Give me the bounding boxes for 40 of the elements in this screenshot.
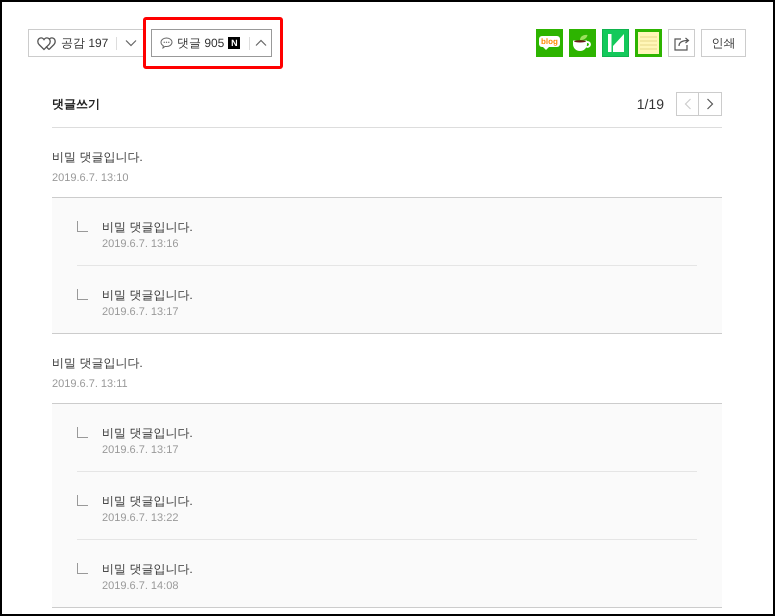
reply-text: 비밀 댓글입니다. (102, 287, 193, 304)
reply-date: 2019.6.7. 13:17 (102, 443, 180, 458)
share-icon (674, 36, 690, 50)
memo-button[interactable] (635, 29, 662, 57)
reply-corner-icon (77, 495, 88, 506)
print-button[interactable]: 인쇄 (701, 29, 746, 57)
reply-date: 2019.6.7. 13:17 (102, 305, 180, 320)
reply-corner-icon (77, 221, 88, 232)
write-comment-link[interactable]: 댓글쓰기 (52, 92, 100, 116)
reply-date: 2019.6.7. 13:22 (102, 511, 180, 526)
reply-date: 2019.6.7. 14:08 (102, 579, 180, 594)
comment-date: 2019.6.7. 13:10 (52, 171, 130, 186)
speech-bubble-icon (160, 37, 173, 49)
chevron-right-icon (706, 98, 714, 110)
reply-corner-icon (77, 563, 88, 574)
reply-text: 비밀 댓글입니다. (102, 425, 193, 442)
chevron-left-icon (684, 98, 692, 110)
share-button[interactable] (668, 29, 695, 57)
comment-text: 비밀 댓글입니다. (52, 149, 144, 166)
chevron-down-icon (124, 39, 137, 47)
k-shape-icon (608, 34, 624, 52)
comment-text: 비밀 댓글입니다. (52, 355, 144, 372)
reply-text: 비밀 댓글입니다. (102, 219, 193, 236)
heart-icon (37, 36, 57, 50)
next-page-button[interactable] (699, 92, 722, 116)
reply-text: 비밀 댓글입니다. (102, 561, 193, 578)
comment-button[interactable]: 댓글 905 N (152, 30, 250, 56)
notepad-icon (638, 32, 659, 54)
cup-icon (572, 34, 593, 52)
keep-button[interactable] (602, 29, 629, 57)
like-button[interactable]: 공감 197 (29, 30, 116, 56)
reply-date: 2019.6.7. 13:16 (102, 237, 180, 252)
chevron-up-icon (254, 39, 267, 47)
reply-corner-icon (77, 427, 88, 438)
cafe-button[interactable] (569, 29, 596, 57)
reply-text: 비밀 댓글입니다. (102, 493, 193, 510)
comment-date: 2019.6.7. 13:11 (52, 377, 129, 392)
new-badge: N (228, 37, 240, 49)
reply-corner-icon (77, 289, 88, 300)
page-indicator: 1/19 (636, 94, 664, 114)
